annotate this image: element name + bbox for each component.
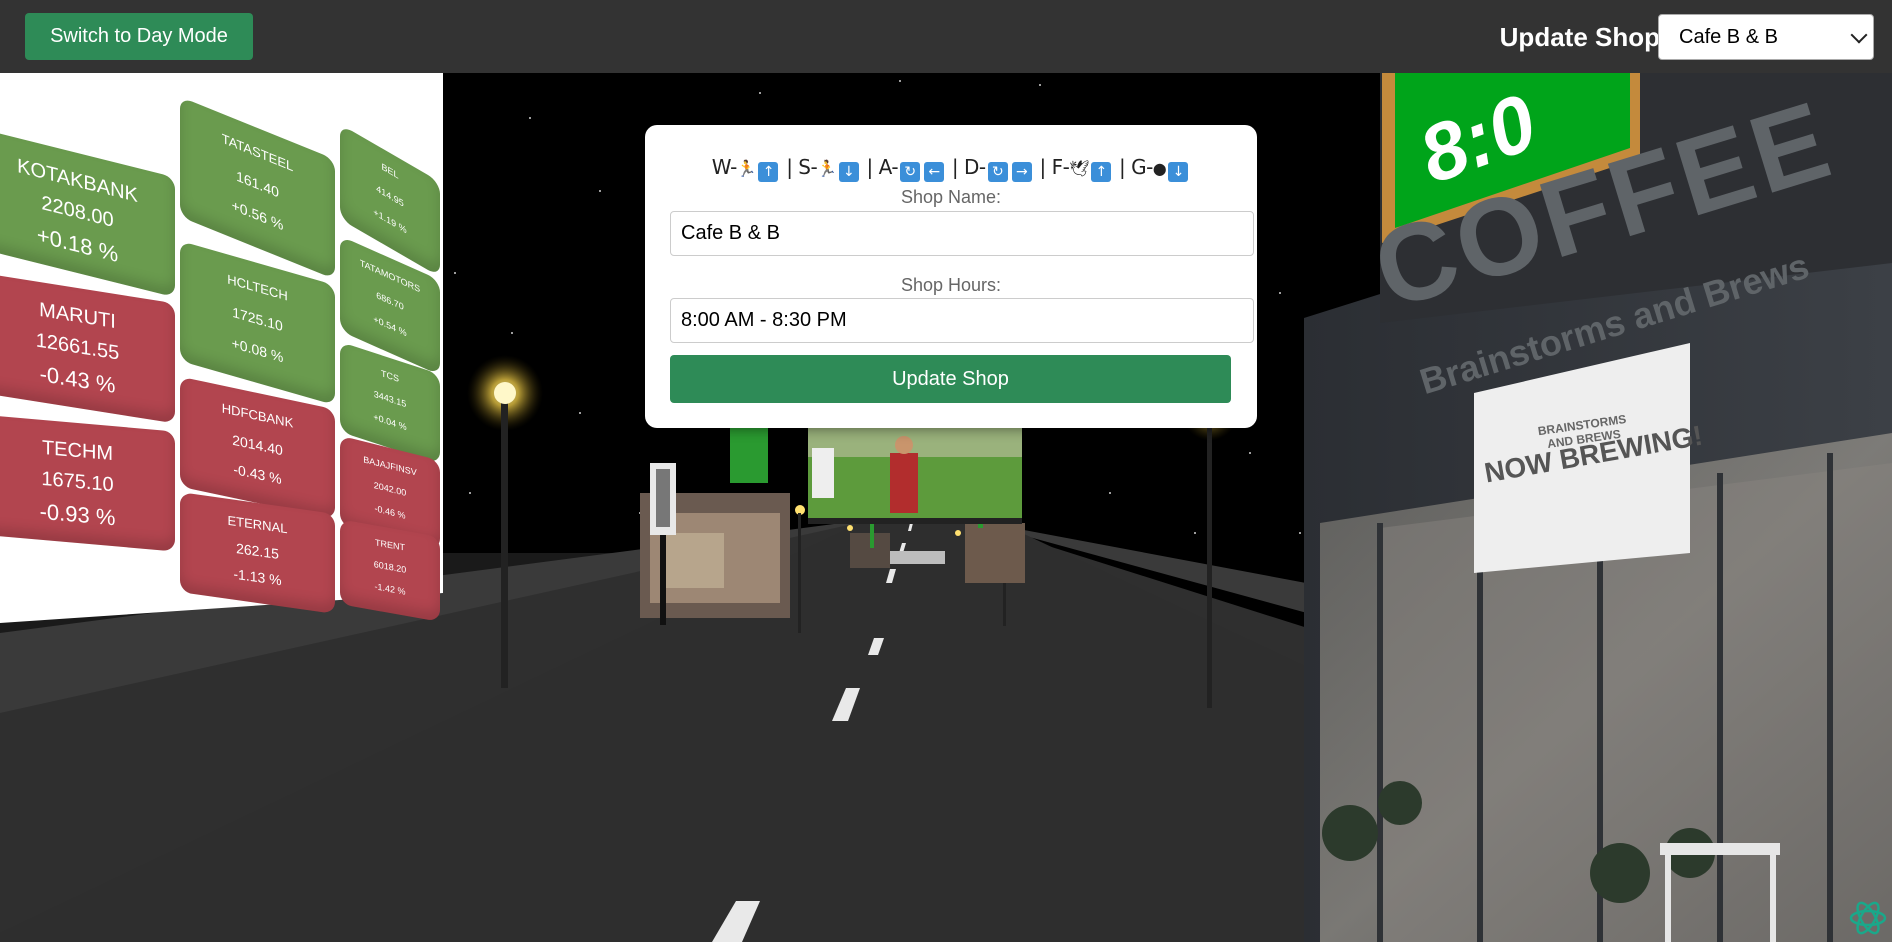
update-shop-dialog: W-🏃 ↑ | S-🏃 ↓ | A- ↻ ← | D- ↻ → | F-🕊 ↑ | G-● ↓ … (645, 125, 1257, 428)
switch-mode-button[interactable]: Switch to Day Mode (25, 13, 253, 60)
arrow-down-icon: ↓ (838, 162, 859, 182)
stock-symbol: TECHM (41, 436, 114, 465)
arrow-down-icon: ↓ (1168, 162, 1189, 182)
chevron-down-icon (1850, 26, 1868, 44)
shop-name-input[interactable]: Cafe B & B (670, 211, 1254, 256)
control-g-label: | G- (1118, 155, 1153, 179)
stock-tile: TECHM 1675.10 -0.93 % (0, 414, 175, 552)
running-icon: 🏃 (736, 159, 757, 178)
update-shop-button[interactable]: Update Shop (670, 355, 1231, 403)
control-d-label: | D- (951, 155, 986, 179)
atom-logo-icon[interactable] (1848, 898, 1888, 938)
shop-name-label: Shop Name: (900, 187, 1002, 207)
control-f-label: | F- (1039, 155, 1070, 179)
arrow-left-icon: ← (924, 162, 945, 182)
stock-tile: TRENT 6018.20 -1.42 % (340, 519, 440, 622)
top-bar: Switch to Day Mode Update Shop Cafe B & … (0, 0, 1892, 73)
arrow-up-icon: ↑ (1091, 162, 1112, 182)
shop-select[interactable]: Cafe B & B (1658, 14, 1874, 60)
hole-icon: ● (1152, 159, 1167, 178)
arrow-right-icon: → (1011, 162, 1032, 182)
shop-hours-label: Shop Hours: (900, 275, 1002, 295)
control-w-label: W- (711, 155, 738, 179)
stock-symbol: TRENT (375, 537, 405, 553)
controls-help: W-🏃 ↑ | S-🏃 ↓ | A- ↻ ← | D- ↻ → | F-🕊 ↑ | G-● ↓ (645, 155, 1257, 182)
stock-change: -1.42 % (374, 581, 406, 597)
rotate-icon: ↻ (987, 162, 1008, 182)
shop-hours-input[interactable]: 8:00 AM - 8:30 PM (670, 298, 1254, 343)
shop-select-value: Cafe B & B (1679, 25, 1778, 48)
control-s-label: | S- (786, 155, 818, 179)
update-shop-title: Update Shop (1499, 22, 1660, 52)
dove-icon: 🕊 (1069, 159, 1090, 178)
stock-price: 6018.20 (373, 559, 407, 575)
rotate-icon: ↻ (900, 162, 921, 182)
arrow-up-icon: ↑ (758, 162, 779, 182)
running-icon: 🏃 (817, 159, 837, 178)
control-a-label: | A- (866, 155, 899, 179)
